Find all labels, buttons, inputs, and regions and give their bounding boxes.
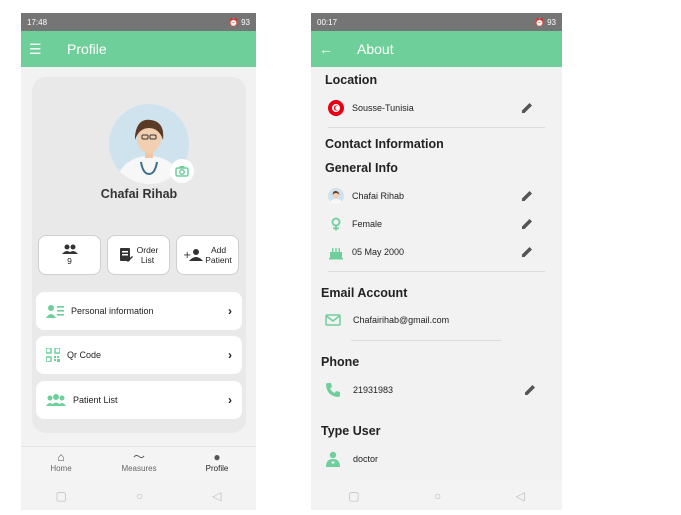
home-circle-icon[interactable]: ○ (136, 489, 143, 503)
home-icon: ⌂ (57, 450, 65, 464)
mail-icon (325, 314, 341, 326)
about-screen: 00:17 ⏰ 93 ← About Location Sousse-Tunis… (311, 13, 562, 510)
chevron-right-icon: › (228, 393, 232, 407)
home-circle-icon[interactable]: ○ (434, 489, 441, 503)
recent-apps-icon[interactable]: ▢ (56, 489, 67, 503)
divider (328, 271, 545, 272)
edit-name-icon[interactable] (520, 189, 534, 203)
add-person-icon: + (183, 249, 204, 261)
phone-item: 21931983 (325, 382, 393, 398)
nav-home[interactable]: ⌂ Home (31, 450, 91, 474)
edit-gender-icon[interactable] (520, 217, 534, 231)
order-label-2: List (140, 255, 155, 265)
menu-icon[interactable]: ☰ (29, 42, 47, 56)
edit-location-icon[interactable] (520, 101, 534, 115)
status-indicators: ⏰ 93 (534, 17, 556, 27)
add-label-2: Patient (205, 255, 232, 265)
edit-phone-icon[interactable] (523, 383, 537, 397)
status-bar: 17:48 ⏰ 93 (21, 13, 256, 31)
menu-label: Personal information (71, 306, 154, 316)
status-indicators: ⏰ 93 (228, 17, 250, 27)
type-value: doctor (353, 454, 379, 464)
tunisia-flag-icon (328, 100, 344, 116)
status-bar: 00:17 ⏰ 93 (311, 13, 562, 31)
nav-label: Profile (205, 464, 229, 473)
general-gender-value: Female (352, 219, 383, 229)
general-heading: General Info (325, 161, 398, 175)
order-list-button[interactable]: Order List (107, 235, 170, 275)
add-patient-button[interactable]: + Add Patient (176, 235, 239, 275)
person-info-icon (46, 305, 64, 318)
system-navigation: ▢ ○ ◁ (21, 482, 256, 510)
menu-label: Patient List (73, 395, 118, 405)
nav-profile[interactable]: ● Profile (187, 450, 247, 474)
email-item: Chafairihab@gmail.com (325, 313, 449, 327)
email-heading: Email Account (321, 286, 408, 300)
general-birthday-item: 05 May 2000 (328, 244, 404, 260)
location-value: Sousse-Tunisia (352, 103, 414, 113)
general-name-item: Chafai Rihab (328, 188, 404, 204)
measures-icon: 〜 (132, 450, 145, 464)
divider (351, 340, 501, 341)
svg-text:+: + (183, 250, 191, 261)
email-value: Chafairihab@gmail.com (353, 315, 450, 325)
status-time: 17:48 (27, 17, 48, 27)
back-triangle-icon[interactable]: ◁ (516, 489, 525, 503)
general-birthday-value: 05 May 2000 (352, 247, 405, 257)
cake-icon (329, 248, 343, 260)
qr-code-icon (46, 348, 60, 362)
person-icon: ● (213, 450, 221, 464)
doctor-user-icon (326, 451, 340, 467)
chevron-right-icon: › (228, 348, 232, 362)
nav-label: Measures (121, 464, 157, 473)
patients-count-button[interactable]: 9 (38, 235, 101, 275)
recent-apps-icon[interactable]: ▢ (348, 489, 359, 503)
page-title: Profile (67, 41, 107, 57)
app-bar: ☰ Profile (21, 31, 256, 67)
patients-icon (46, 394, 66, 406)
menu-patient-list[interactable]: Patient List › (36, 381, 242, 419)
patients-count: 9 (67, 256, 72, 266)
back-triangle-icon[interactable]: ◁ (212, 489, 221, 503)
profile-name: Chafai Rihab (100, 187, 178, 201)
app-bar: ← About (311, 31, 562, 67)
divider (328, 127, 545, 128)
general-gender-item: Female (328, 216, 382, 232)
menu-qr-code[interactable]: Qr Code › (36, 336, 242, 374)
order-list-icon (119, 248, 133, 262)
camera-icon[interactable] (170, 159, 194, 183)
edit-birthday-icon[interactable] (520, 245, 534, 259)
menu-label: Qr Code (67, 350, 102, 360)
order-label-1: Order (136, 245, 159, 255)
add-label-1: Add (210, 245, 227, 255)
group-icon (61, 244, 78, 254)
location-item: Sousse-Tunisia (328, 100, 414, 116)
location-heading: Location (325, 73, 378, 87)
type-item: doctor (325, 451, 378, 467)
type-heading: Type User (321, 424, 381, 438)
phone-icon (326, 383, 340, 397)
back-arrow-icon[interactable]: ← (319, 42, 337, 56)
female-icon (331, 217, 341, 231)
doctor-small-avatar-icon (328, 188, 344, 204)
contact-heading: Contact Information (325, 137, 444, 151)
phone-value: 21931983 (353, 385, 394, 395)
system-navigation: ▢ ○ ◁ (311, 482, 562, 510)
bottom-navigation: ⌂ Home 〜 Measures ● Profile (21, 446, 256, 480)
chevron-right-icon: › (228, 304, 232, 318)
menu-personal-information[interactable]: Personal information › (36, 292, 242, 330)
phone-heading: Phone (321, 355, 360, 369)
profile-card: Chafai Rihab 9 Order List + Add Patient … (32, 77, 246, 433)
page-title: About (357, 41, 394, 57)
status-time: 00:17 (317, 17, 338, 27)
nav-label: Home (50, 464, 72, 473)
general-name-value: Chafai Rihab (352, 191, 405, 201)
profile-screen: 17:48 ⏰ 93 ☰ Profile Chafai Rihab 9 Orde… (21, 13, 256, 510)
nav-measures[interactable]: 〜 Measures (109, 450, 169, 474)
